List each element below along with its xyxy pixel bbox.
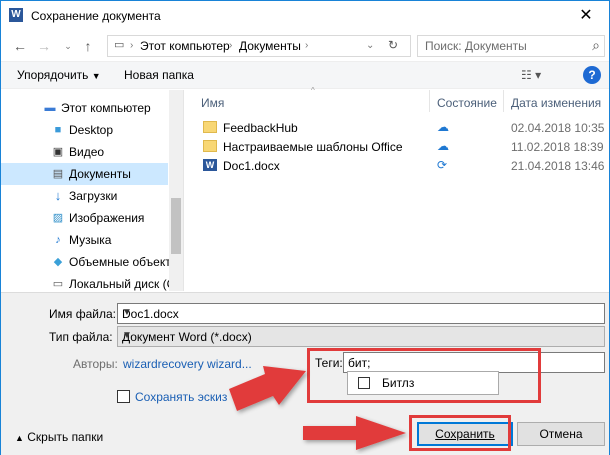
chevron-down-icon[interactable]: ⌄ (59, 37, 77, 55)
sidebar-item-label: Изображения (69, 211, 145, 225)
sidebar-item-label: Музыка (69, 233, 112, 247)
sidebar-item-pictures[interactable]: ▨ Изображения (1, 207, 168, 229)
refresh-icon[interactable]: ↻ (388, 38, 398, 52)
sidebar-item-3d-objects[interactable]: ◆ Объемные объекты (1, 251, 180, 273)
cancel-button[interactable]: Отмена (517, 422, 605, 446)
file-date: 11.02.2018 18:39 (511, 140, 604, 154)
sidebar-scrollbar[interactable] (169, 90, 183, 291)
column-divider (503, 90, 504, 112)
chevron-down-icon[interactable]: ⌄ (366, 40, 374, 51)
navigation-bar: ← → ⌄ ↑ ▭ › Этот компьютер › Документы ›… (1, 32, 609, 60)
sidebar-item-label: Desktop (69, 123, 114, 137)
file-date: 02.04.2018 10:35 (511, 121, 605, 135)
breadcrumb-item[interactable]: Документы (239, 39, 301, 53)
3d-objects-icon: ◆ (53, 256, 63, 268)
organize-button[interactable]: Упорядочить ▼ (17, 68, 101, 82)
filetype-select[interactable]: Документ Word (*.docx) ▼ (117, 326, 605, 347)
word-icon: W (9, 8, 23, 22)
address-bar[interactable]: ▭ › Этот компьютер › Документы › ⌄ ↻ (107, 35, 411, 57)
arrow-left-icon[interactable]: ← (11, 37, 29, 55)
pictures-icon: ▨ (52, 212, 64, 224)
video-icon: ▣ (52, 146, 64, 158)
file-name: Doc1.docx (223, 159, 280, 173)
column-header-status[interactable]: Состояние (437, 96, 497, 110)
file-name: Настраиваемые шаблоны Office (223, 140, 403, 154)
annotation-box-tags (307, 348, 541, 403)
sidebar-item-documents[interactable]: ▤ Документы (1, 163, 168, 185)
authors-value[interactable]: wizardrecovery wizard... (123, 357, 252, 371)
sort-indicator-icon: ^ (311, 86, 315, 95)
disk-icon: ▭ (52, 278, 64, 290)
window-title: Сохранение документа (31, 9, 161, 23)
save-thumbnail-checkbox[interactable] (117, 390, 130, 403)
sidebar-item-label: Загрузки (69, 189, 118, 203)
caret-up-icon: ▲ (15, 433, 24, 443)
sidebar-item-downloads[interactable]: ↓ Загрузки (1, 185, 168, 207)
sync-icon: ⟳ (437, 158, 448, 172)
column-header-name[interactable]: Имя (201, 96, 224, 110)
sidebar-item-music[interactable]: ♪ Музыка (1, 229, 168, 251)
word-doc-icon: W (203, 159, 217, 171)
title-bar: W Сохранение документа ✕ (1, 1, 609, 31)
filetype-label: Тип файла: (49, 330, 113, 344)
sidebar-item-label: Локальный диск (C: (69, 277, 179, 291)
column-divider (429, 90, 430, 112)
music-icon: ♪ (55, 234, 61, 246)
search-input[interactable]: Поиск: Документы ⌕ (417, 35, 605, 57)
computer-icon: ▬ (44, 102, 56, 114)
download-icon: ↓ (54, 188, 62, 203)
filename-input[interactable]: Doc1.docx ▼ (117, 303, 605, 324)
folder-icon (203, 121, 217, 133)
close-button[interactable]: ✕ (563, 1, 609, 31)
navigation-pane: ▬ Этот компьютер ■ Desktop ▣ Видео ▤ Док… (1, 90, 184, 291)
sidebar-item-label: Этот компьютер (61, 101, 151, 115)
file-name: FeedbackHub (223, 121, 298, 135)
chevron-down-icon[interactable]: ▼ (122, 307, 600, 318)
table-row[interactable]: W Doc1.docx ⟳ 21.04.2018 13:46 (185, 156, 609, 176)
computer-small-icon: ▭ (114, 39, 125, 51)
sidebar-item-video[interactable]: ▣ Видео (1, 141, 168, 163)
filename-label: Имя файла: (49, 307, 116, 321)
table-row[interactable]: FeedbackHub ☁ 02.04.2018 10:35 (185, 118, 609, 138)
sidebar-item-this-pc[interactable]: ▬ Этот компьютер (1, 97, 168, 119)
desktop-icon: ■ (54, 124, 62, 136)
save-dialog: W Сохранение документа ✕ ← → ⌄ ↑ ▭ › Это… (0, 0, 610, 455)
folder-icon (203, 140, 217, 152)
file-date: 21.04.2018 13:46 (511, 159, 605, 173)
hide-folders-button[interactable]: ▲ Скрыть папки (15, 430, 103, 444)
chevron-right-icon: › (305, 40, 309, 51)
chevron-down-icon[interactable]: ▼ (122, 330, 600, 341)
sidebar-item-label: Объемные объекты (69, 255, 180, 269)
column-header-date[interactable]: Дата изменения (511, 96, 601, 110)
documents-icon: ▤ (52, 168, 64, 180)
arrow-up-icon[interactable]: ↑ (79, 37, 97, 55)
caret-down-icon: ▼ (91, 71, 101, 81)
table-row[interactable]: Настраиваемые шаблоны Office ☁ 11.02.201… (185, 137, 609, 157)
search-placeholder: Поиск: Документы (425, 39, 527, 53)
save-thumbnail-label[interactable]: Сохранять эскиз (135, 390, 227, 404)
chevron-right-icon: › (130, 40, 134, 51)
chevron-right-icon: › (229, 40, 233, 51)
arrow-right-icon[interactable]: → (35, 37, 53, 55)
file-list: ^ Имя Состояние Дата изменения FeedbackH… (185, 86, 609, 291)
toolbar: Упорядочить ▼ Новая папка ☷ ▾ ? (1, 61, 609, 89)
cloud-icon: ☁ (437, 139, 449, 153)
sidebar-item-label: Документы (69, 167, 131, 181)
sidebar-item-label: Видео (69, 145, 105, 159)
breadcrumb-item[interactable]: Этот компьютер (140, 39, 230, 53)
scrollbar-thumb[interactable] (171, 198, 181, 254)
cloud-icon: ☁ (437, 120, 449, 134)
search-icon: ⌕ (592, 37, 600, 53)
new-folder-button[interactable]: Новая папка (124, 68, 194, 82)
authors-label: Авторы: (73, 357, 118, 371)
annotation-box-save (409, 415, 511, 451)
sidebar-item-desktop[interactable]: ■ Desktop (1, 119, 168, 141)
view-options-icon[interactable]: ☷ ▾ (521, 68, 541, 82)
help-icon[interactable]: ? (583, 66, 601, 84)
